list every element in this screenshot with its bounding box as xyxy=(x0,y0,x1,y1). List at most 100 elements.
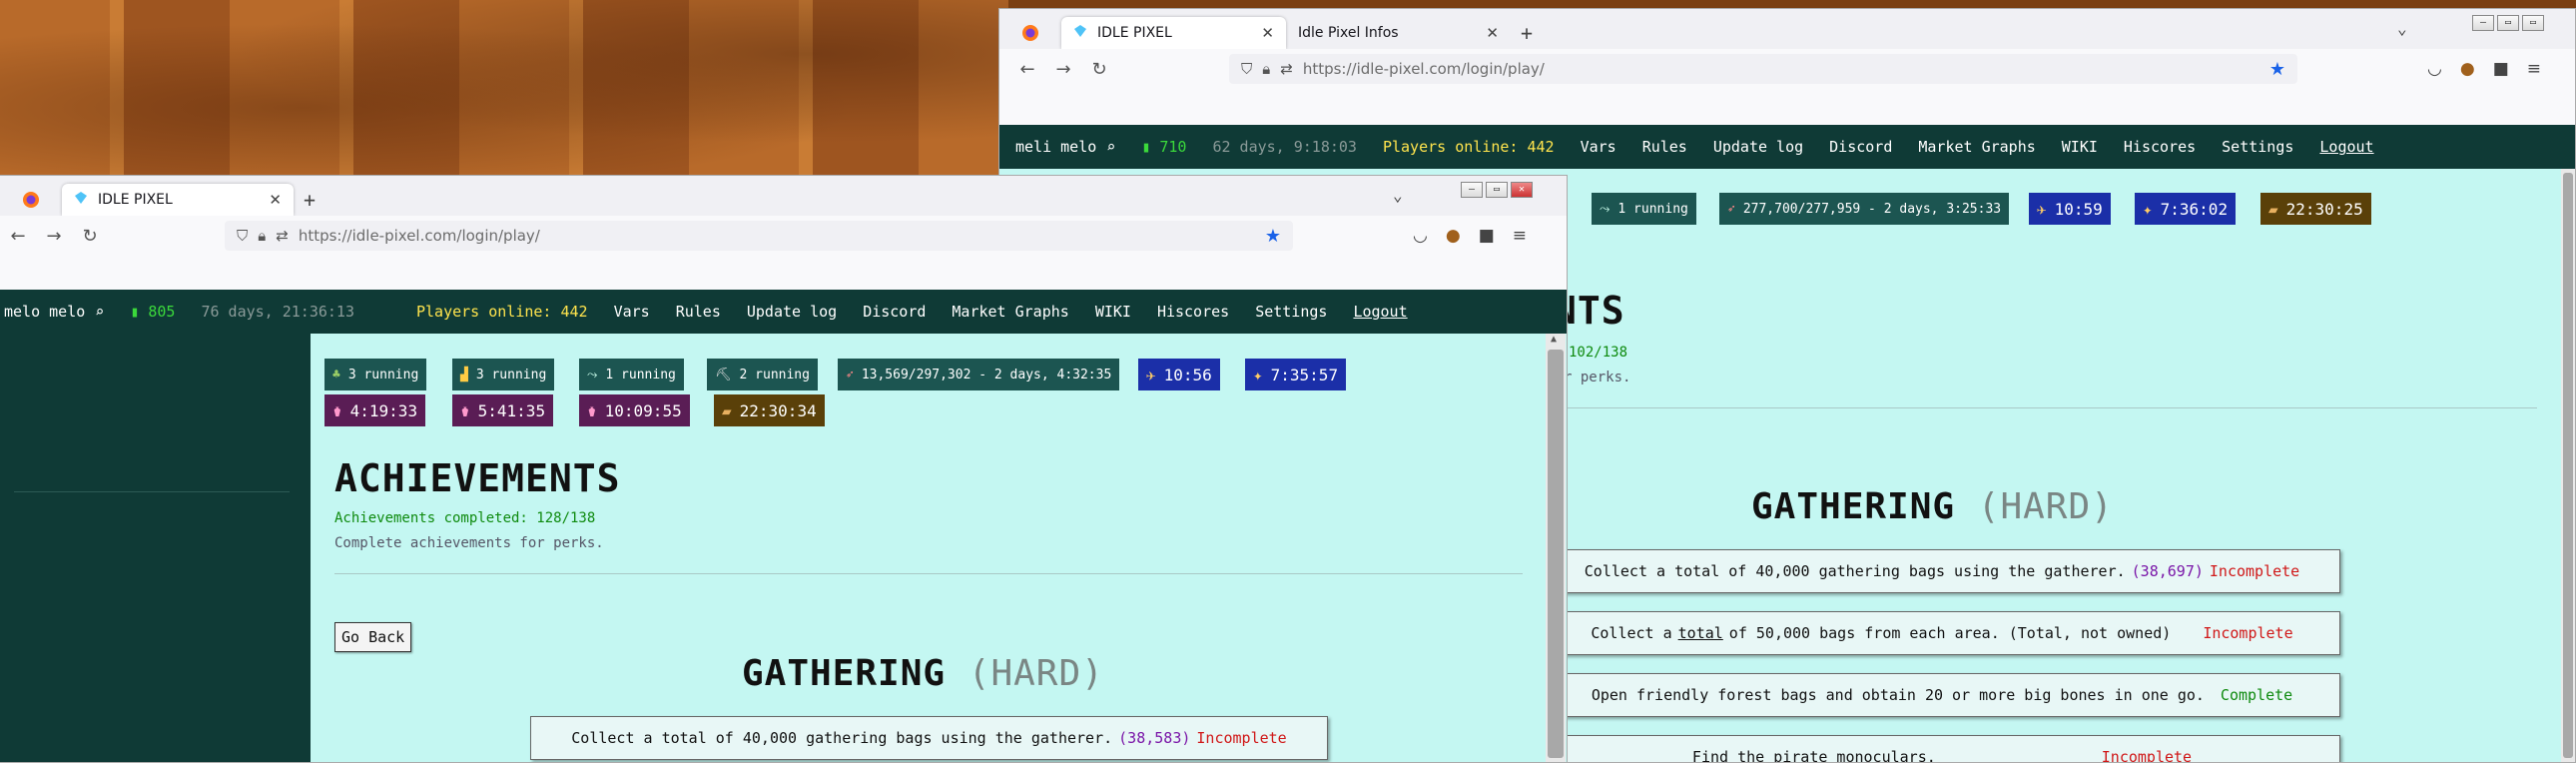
fishing-icon: ⤳ xyxy=(1600,201,1610,217)
sidebar-divider xyxy=(14,491,290,492)
bookmark-star-icon[interactable]: ★ xyxy=(1265,226,1281,247)
firefox-menu-icon[interactable] xyxy=(999,17,1061,49)
extension-monkey-icon[interactable]: ● xyxy=(2460,59,2475,79)
front-scrollbar[interactable]: ▲ xyxy=(1546,334,1566,762)
nav-market-graphs[interactable]: Market Graphs xyxy=(1918,138,2035,156)
nav-rules[interactable]: Rules xyxy=(676,303,721,321)
nav-update-log[interactable]: Update log xyxy=(747,303,837,321)
firefox-menu-icon[interactable] xyxy=(0,184,62,216)
front-browser-window: IDLE PIXEL ✕ + ⌄ – ▭ ✕ ← → ↻ ⛉ 🔒︎ ⇄ http… xyxy=(0,175,1568,763)
chest-icon: ▰ xyxy=(2268,199,2278,219)
achievement-link[interactable]: total xyxy=(1678,624,1723,642)
new-tab-icon[interactable]: + xyxy=(294,184,325,216)
chip-text: 2 running xyxy=(739,367,810,382)
timer-chip[interactable]: ➶ 13,569/297,302 - 2 days, 4:32:35 xyxy=(838,359,1120,390)
back-arrow-icon[interactable]: ← xyxy=(1009,59,1045,80)
timer-chip[interactable]: ✈ 10:59 xyxy=(2029,193,2111,225)
achievement-card: Collect a total of 50,000 bags from each… xyxy=(1544,611,2340,655)
completed-fragment: 102/138 xyxy=(1569,345,1628,361)
permissions-icon: ⇄ xyxy=(1280,60,1293,78)
extension-monkey-icon[interactable]: ● xyxy=(1446,226,1461,246)
chevron-down-icon[interactable]: ⌄ xyxy=(1393,186,1403,205)
pocket-icon[interactable]: ◡ xyxy=(2427,59,2442,79)
nav-settings[interactable]: Settings xyxy=(1255,303,1327,321)
timer-chip[interactable]: ➶ 277,700/277,959 - 2 days, 3:25:33 xyxy=(1719,193,2010,225)
nav-hiscores[interactable]: Hiscores xyxy=(1157,303,1229,321)
close-window-button[interactable]: ▭ xyxy=(2522,15,2544,31)
timer-chip[interactable]: ✦ 7:35:57 xyxy=(1245,359,1347,390)
nav-settings[interactable]: Settings xyxy=(2222,138,2293,156)
search-icon[interactable]: ⌕ xyxy=(1106,138,1115,156)
scroll-up-icon[interactable]: ▲ xyxy=(1551,334,1557,345)
nav-discord[interactable]: Discord xyxy=(863,303,926,321)
nav-wiki[interactable]: WIKI xyxy=(2062,138,2098,156)
nav-wiki[interactable]: WIKI xyxy=(1095,303,1131,321)
nav-discord[interactable]: Discord xyxy=(1829,138,1892,156)
reload-icon[interactable]: ↻ xyxy=(1081,59,1117,80)
chevron-down-icon[interactable]: ⌄ xyxy=(2397,19,2407,38)
maximize-button[interactable]: ▭ xyxy=(2497,15,2519,31)
perks-fragment: r perks. xyxy=(1564,370,1631,385)
close-icon[interactable]: ✕ xyxy=(1261,24,1274,42)
nav-vars[interactable]: Vars xyxy=(614,303,650,321)
timer-chip[interactable]: ▰ 22:30:34 xyxy=(714,394,825,426)
timer-chip[interactable]: ⚱ 10:09:55 xyxy=(579,394,690,426)
timer-chip[interactable]: ✦ 7:36:02 xyxy=(2135,193,2237,225)
close-window-button[interactable]: ✕ xyxy=(1511,182,1533,198)
chip-text: 10:09:55 xyxy=(604,400,682,420)
back-tab-idle-pixel[interactable]: IDLE PIXEL ✕ xyxy=(1061,17,1286,49)
bookmark-star-icon[interactable]: ★ xyxy=(2269,59,2285,80)
url-text[interactable]: https://idle-pixel.com/login/play/ xyxy=(1303,60,1545,78)
back-tab-idle-pixel-infos[interactable]: Idle Pixel Infos ✕ xyxy=(1286,17,1511,49)
close-icon[interactable]: ✕ xyxy=(1486,24,1499,42)
url-text[interactable]: https://idle-pixel.com/login/play/ xyxy=(299,227,540,245)
hamburger-menu-icon[interactable]: ≡ xyxy=(2527,59,2541,79)
nav-market-graphs[interactable]: Market Graphs xyxy=(952,303,1068,321)
signal-icon: ▮ xyxy=(1141,138,1151,156)
new-tab-icon[interactable]: + xyxy=(1511,17,1543,49)
scroll-thumb[interactable] xyxy=(1548,350,1564,758)
front-url-bar[interactable]: ⛉ 🔒︎ ⇄ https://idle-pixel.com/login/play… xyxy=(225,221,1293,251)
signal-indicator: ▮ 805 xyxy=(130,303,175,321)
back-url-bar[interactable]: ⛉ 🔒︎ ⇄ https://idle-pixel.com/login/play… xyxy=(1229,54,2297,84)
nav-update-log[interactable]: Update log xyxy=(1713,138,1803,156)
nav-logout[interactable]: Logout xyxy=(1353,303,1407,321)
players-online: Players online: 442 xyxy=(1382,138,1555,156)
reload-icon[interactable]: ↻ xyxy=(72,226,108,247)
minimize-button[interactable]: – xyxy=(1461,182,1483,198)
hamburger-menu-icon[interactable]: ≡ xyxy=(1513,226,1527,246)
front-tab-idle-pixel[interactable]: IDLE PIXEL ✕ xyxy=(62,184,294,216)
close-icon[interactable]: ✕ xyxy=(269,191,282,209)
forward-arrow-icon[interactable]: → xyxy=(36,226,72,247)
search-icon[interactable]: ⌕ xyxy=(95,303,104,321)
timer-chip[interactable]: ⛏ 2 running xyxy=(707,359,818,390)
timer-chip[interactable]: ⚱ 4:19:33 xyxy=(324,394,426,426)
achievement-card: Find the pirate monoculars. Incomplete xyxy=(1544,735,2340,762)
maximize-button[interactable]: ▭ xyxy=(1486,182,1508,198)
back-arrow-icon[interactable]: ← xyxy=(0,226,36,247)
timer-chip[interactable]: ⤳ 1 running xyxy=(1592,193,1696,225)
timer-chip[interactable]: ⤳ 1 running xyxy=(579,359,684,390)
scroll-thumb[interactable] xyxy=(2563,173,2573,758)
chip-text: 10:56 xyxy=(1163,365,1212,384)
tab-label: Idle Pixel Infos xyxy=(1298,25,1399,41)
timer-chip[interactable]: ♣ 3 running xyxy=(324,359,427,390)
extensions-icon[interactable]: ■ xyxy=(2493,59,2509,79)
nav-logout[interactable]: Logout xyxy=(2319,138,2373,156)
timer-chip[interactable]: ✈ 10:56 xyxy=(1138,359,1220,390)
back-nav-bar: ← → ↻ ⛉ 🔒︎ ⇄ https://idle-pixel.com/logi… xyxy=(999,49,2575,89)
nav-rules[interactable]: Rules xyxy=(1642,138,1687,156)
nav-vars[interactable]: Vars xyxy=(1581,138,1616,156)
minimize-button[interactable]: – xyxy=(2472,15,2494,31)
timer-chip[interactable]: ▰ 22:30:25 xyxy=(2260,193,2371,225)
pocket-icon[interactable]: ◡ xyxy=(1413,226,1428,246)
timer-chip[interactable]: ▟ 3 running xyxy=(452,359,555,390)
back-scrollbar[interactable] xyxy=(2561,169,2575,762)
go-back-button[interactable]: Go Back xyxy=(334,622,412,652)
timer-chip[interactable]: ⚱ 5:41:35 xyxy=(452,394,554,426)
achievement-text: Collect a total of 40,000 gathering bags… xyxy=(1584,562,2126,580)
forward-arrow-icon[interactable]: → xyxy=(1045,59,1081,80)
achievements-completed: Achievements completed: 128/138 xyxy=(334,510,596,526)
extensions-icon[interactable]: ■ xyxy=(1479,226,1495,246)
nav-hiscores[interactable]: Hiscores xyxy=(2124,138,2196,156)
